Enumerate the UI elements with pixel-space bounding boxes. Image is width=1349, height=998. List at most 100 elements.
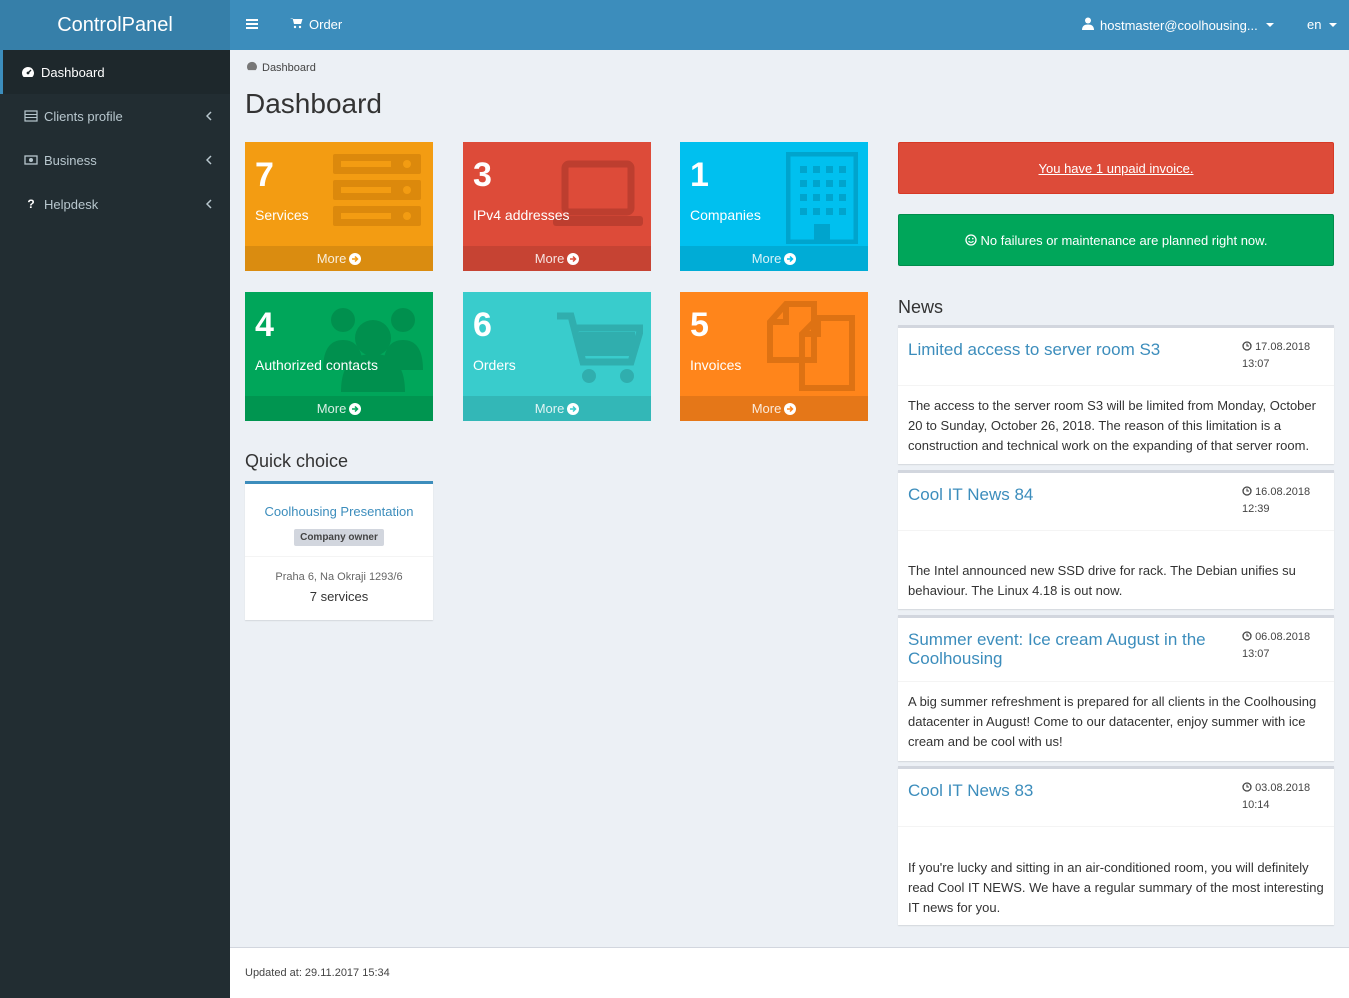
top-navbar: Order hostmaster@coolhousing... en [230,0,1349,50]
chevron-left-icon [205,109,212,124]
sidebar-item-helpdesk[interactable]: ? Helpdesk [0,182,230,226]
news-card: Summer event: Ice cream August in the Co… [898,615,1334,761]
news-time-value: 13:07 [1242,648,1270,660]
more-label: More [751,251,782,266]
menu-toggle-icon[interactable] [245,17,259,34]
news-header: Summer event: Ice cream August in the Co… [898,618,1334,682]
news-title[interactable]: Cool IT News 83 [908,781,1228,800]
arrow-right-circle-icon [349,402,362,415]
tile-more-link[interactable]: More [245,396,433,421]
tile-label: Authorized contacts [255,357,378,373]
quick-choice-heading: Quick choice [245,451,349,471]
news-body: The access to the server room S3 will be… [908,398,1316,453]
news-title[interactable]: Summer event: Ice cream August in the Co… [908,630,1228,668]
tile-invoices: 5 Invoices More [680,292,868,421]
more-label: More [316,251,347,266]
news-date-value: 16.08.2018 [1255,486,1311,498]
smile-icon [964,234,977,246]
caret-down-icon [1329,22,1338,27]
more-label: More [751,401,782,416]
more-label: More [316,401,347,416]
news-header: Cool IT News 83 03.08.2018 10:14 [898,769,1334,827]
company-link[interactable]: Coolhousing Presentation [245,504,433,519]
question-icon: ? [27,197,35,211]
users-icon [323,300,423,395]
user-email: hostmaster@coolhousing... [1100,17,1258,33]
dashboard-icon [246,61,258,74]
chevron-left-icon [205,197,212,212]
news-date-value: 17.08.2018 [1255,341,1311,353]
footer: Updated at: 29.11.2017 15:34 [230,947,1349,998]
tile-orders: 6 Orders More [463,292,651,421]
more-label: More [534,251,565,266]
news-card: Cool IT News 83 03.08.2018 10:14 If you'… [898,766,1334,925]
tile-count: 5 [690,306,709,344]
news-header: Cool IT News 84 16.08.2018 12:39 [898,473,1334,531]
tile-label: Invoices [690,357,742,373]
news-date: 03.08.2018 10:14 [1242,780,1310,814]
app-logo[interactable]: ControlPanel [0,0,230,50]
news-date-value: 03.08.2018 [1255,782,1311,794]
arrow-right-circle-icon [567,252,580,265]
company-services: 7 services [309,589,369,604]
tile-count: 7 [255,156,274,194]
money-icon [23,153,39,167]
news-time-value: 13:07 [1242,358,1270,370]
news-body: The Intel announced new SSD drive for ra… [908,563,1296,598]
tile-services: 7 Services More [245,142,433,271]
tile-more-link[interactable]: More [463,396,651,421]
clock-icon [1242,631,1252,641]
order-link[interactable]: Order [290,17,342,32]
sidebar-item-business[interactable]: Business [0,138,230,182]
language-menu[interactable]: en [1307,17,1338,32]
unpaid-invoice-link[interactable]: You have 1 unpaid invoice. [1039,161,1194,176]
page-title: Dashboard [245,88,382,119]
divider [245,556,433,557]
news-card: Limited access to server room S3 17.08.2… [898,325,1334,464]
news-title[interactable]: Limited access to server room S3 [908,340,1228,359]
status-text: No failures or maintenance are planned r… [980,232,1268,248]
news-date-value: 06.08.2018 [1255,631,1311,643]
news-title[interactable]: Cool IT News 84 [908,485,1228,504]
company-address: Praha 6, Na Okraji 1293/6 [275,571,403,583]
tile-count: 6 [473,306,492,344]
sidebar-item-clients-profile[interactable]: Clients profile [0,94,230,138]
user-menu[interactable]: hostmaster@coolhousing... [1082,17,1274,33]
tile-ipv4: 3 IPv4 addresses More [463,142,651,271]
sidebar: ControlPanel Dashboard Clients profile B… [0,0,230,998]
tile-more-link[interactable]: More [680,246,868,271]
news-time-value: 10:14 [1242,799,1270,811]
news-body: A big summer refreshment is prepared for… [908,694,1317,749]
order-label: Order [309,17,343,32]
sidebar-item-dashboard[interactable]: Dashboard [0,50,230,94]
tile-count: 4 [255,306,274,344]
quick-choice-card: Coolhousing Presentation Company owner P… [245,481,433,620]
news-card: Cool IT News 84 16.08.2018 12:39 The Int… [898,470,1334,609]
news-date: 06.08.2018 13:07 [1242,629,1310,663]
news-heading: News [898,297,944,317]
arrow-right-circle-icon [784,252,797,265]
tile-label: Services [255,207,309,223]
building-icon [785,151,859,247]
tile-more-link[interactable]: More [680,396,868,421]
caret-down-icon [1265,23,1274,27]
tile-count: 1 [690,156,709,194]
cart-icon [290,17,303,32]
tile-more-link[interactable]: More [463,246,651,271]
user-icon [1082,17,1094,33]
arrow-right-circle-icon [567,402,580,415]
tile-label: Companies [690,207,761,223]
files-icon [766,300,858,395]
more-label: More [534,401,565,416]
news-date: 17.08.2018 13:07 [1242,339,1310,373]
tile-authorized-contacts: 4 Authorized contacts More [245,292,433,421]
breadcrumb-item[interactable]: Dashboard [262,62,316,74]
tile-label: IPv4 addresses [473,207,570,223]
clock-icon [1242,782,1252,792]
tile-more-link[interactable]: More [245,246,433,271]
breadcrumb: Dashboard [246,61,316,74]
clock-icon [1242,486,1252,496]
sidebar-item-label: Clients profile [44,108,123,124]
cart-icon [557,310,646,389]
arrow-right-circle-icon [349,252,362,265]
